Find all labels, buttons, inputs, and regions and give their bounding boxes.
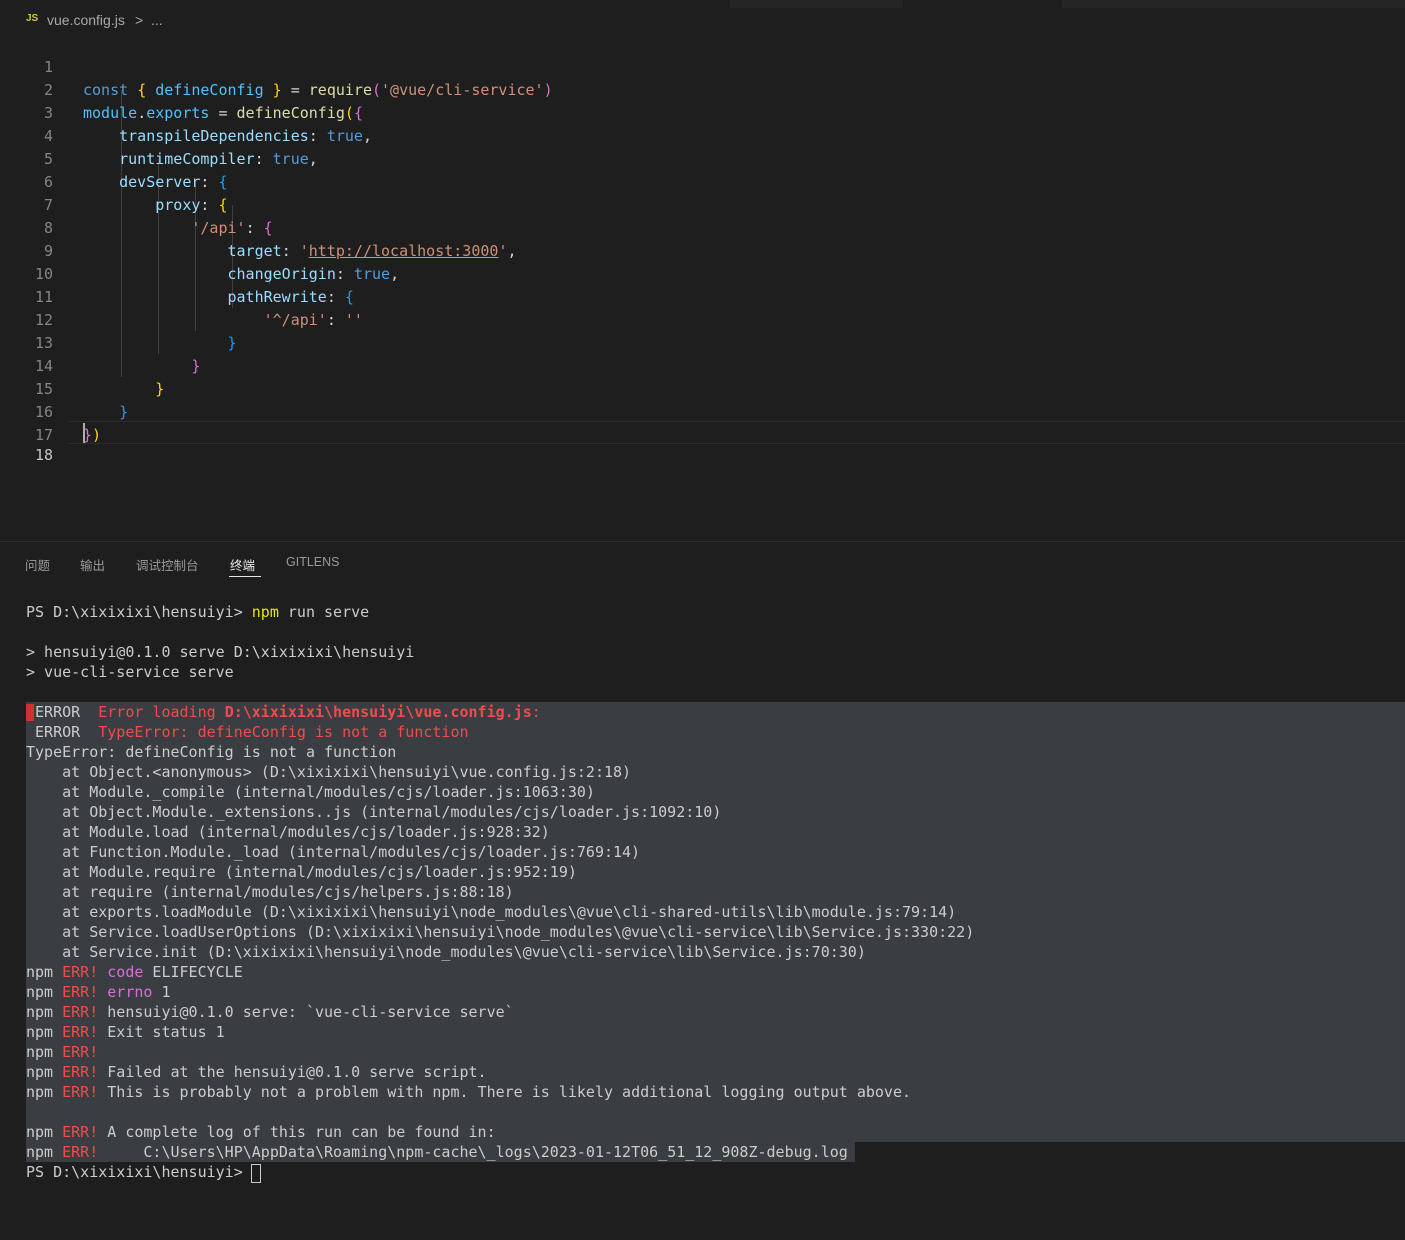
breadcrumb-file[interactable]: vue.config.js bbox=[47, 12, 125, 28]
npm-err-line: npm ERR! Failed at the hensuiyi@0.1.0 se… bbox=[26, 1063, 487, 1081]
code-line: 15 } bbox=[0, 355, 1405, 421]
stack-line: at Module.require (internal/modules/cjs/… bbox=[26, 863, 577, 881]
terminal-line: > vue-cli-service serve bbox=[26, 663, 234, 681]
tab-problems[interactable]: 问题 bbox=[25, 555, 50, 574]
code-line: 9 changeOrigin: true, bbox=[0, 217, 1405, 283]
code-line: 18 bbox=[0, 421, 1405, 464]
terminal-prompt: PS D:\xixixixi\hensuiyi> bbox=[26, 1163, 252, 1181]
code-line: 4 runtimeCompiler: true, bbox=[0, 102, 1405, 168]
line-number: 18 bbox=[34, 446, 53, 464]
editor-tab[interactable] bbox=[730, 0, 903, 8]
stack-line: at Object.Module._extensions..js (intern… bbox=[26, 803, 722, 821]
chevron-right-icon: > bbox=[135, 12, 144, 28]
terminal-line: > hensuiyi@0.1.0 serve D:\xixixixi\hensu… bbox=[26, 643, 415, 661]
npm-err-line: npm ERR! C:\Users\HP\AppData\Roaming\npm… bbox=[26, 1143, 848, 1161]
stack-line: at Function.Module._load (internal/modul… bbox=[26, 843, 641, 861]
code-line: 13 } bbox=[0, 309, 1405, 375]
tab-debug-console[interactable]: 调试控制台 bbox=[136, 555, 199, 574]
terminal-line: TypeError: defineConfig is not a functio… bbox=[26, 743, 397, 761]
code-line: 6 proxy: { bbox=[0, 148, 1405, 214]
npm-err-line: npm ERR! code ELIFECYCLE bbox=[26, 963, 243, 981]
code-line: 5 devServer: { bbox=[0, 125, 1405, 191]
tab-gitlens[interactable]: GITLENS bbox=[286, 555, 340, 569]
terminal-line: ERROR Error loading D:\xixixixi\hensuiyi… bbox=[26, 703, 541, 721]
code-editor[interactable]: 1 const { defineConfig } = require('@vue… bbox=[0, 33, 1405, 538]
code-line: 8 target: 'http://localhost:3000', bbox=[0, 194, 1405, 260]
code-line: 1 const { defineConfig } = require('@vue… bbox=[0, 33, 1405, 99]
stack-line: at Object.<anonymous> (D:\xixixixi\hensu… bbox=[26, 763, 632, 781]
panel-tabs: 问题 输出 调试控制台 终端 GITLENS bbox=[0, 542, 1405, 582]
stack-line: at Service.loadUserOptions (D:\xixixixi\… bbox=[26, 923, 975, 941]
npm-err-line: npm ERR! Exit status 1 bbox=[26, 1023, 225, 1041]
code-line: 16 }) bbox=[0, 378, 1405, 444]
tab-output[interactable]: 输出 bbox=[80, 555, 105, 574]
code-line: 7 '/api': { bbox=[0, 171, 1405, 237]
stack-line: at exports.loadModule (D:\xixixixi\hensu… bbox=[26, 903, 957, 921]
code-line: 3 transpileDependencies: true, bbox=[0, 79, 1405, 145]
npm-err-line: npm ERR! hensuiyi@0.1.0 serve: `vue-cli-… bbox=[26, 1003, 514, 1021]
js-file-icon: JS bbox=[26, 13, 39, 24]
npm-err-line: npm ERR! This is probably not a problem … bbox=[26, 1083, 912, 1101]
terminal-cursor bbox=[251, 1164, 261, 1183]
breadcrumb-more[interactable]: ... bbox=[151, 12, 163, 28]
editor-tab-bar bbox=[0, 0, 1405, 8]
npm-err-line: npm ERR! A complete log of this run can … bbox=[26, 1123, 496, 1141]
editor-tab[interactable] bbox=[1062, 0, 1405, 8]
stack-line: at Module.load (internal/modules/cjs/loa… bbox=[26, 823, 550, 841]
code-line: 12 } bbox=[0, 286, 1405, 352]
stack-line: at require (internal/modules/cjs/helpers… bbox=[26, 883, 514, 901]
code-line: 11 '^/api': '' bbox=[0, 263, 1405, 329]
text-cursor bbox=[83, 423, 85, 443]
code-line: 10 pathRewrite: { bbox=[0, 240, 1405, 306]
terminal-line: ERROR TypeError: defineConfig is not a f… bbox=[26, 723, 469, 741]
npm-err-line: npm ERR! errno 1 bbox=[26, 983, 171, 1001]
code-line: 14 } bbox=[0, 332, 1405, 398]
code-line: 2 module.exports = defineConfig({ bbox=[0, 56, 1405, 122]
tab-terminal[interactable]: 终端 bbox=[230, 555, 255, 574]
stack-line: at Service.init (D:\xixixixi\hensuiyi\no… bbox=[26, 943, 866, 961]
npm-err-line: npm ERR! bbox=[26, 1043, 99, 1061]
active-tab-indicator bbox=[229, 576, 261, 577]
terminal-line: PS D:\xixixixi\hensuiyi> npm run serve bbox=[26, 603, 370, 621]
stack-line: at Module._compile (internal/modules/cjs… bbox=[26, 783, 595, 801]
